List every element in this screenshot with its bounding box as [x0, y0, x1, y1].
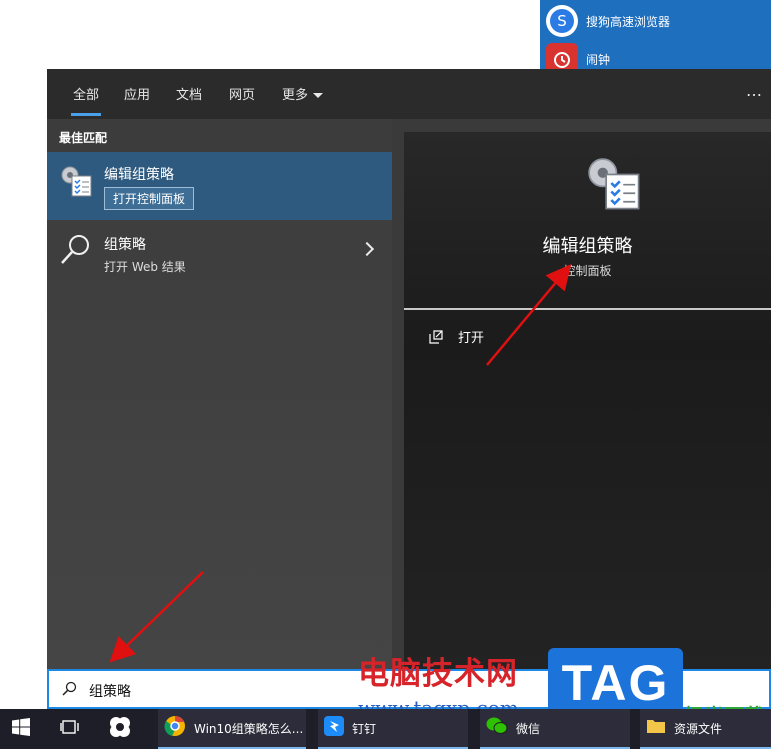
taskbar-wechat[interactable]: 微信 [480, 709, 630, 749]
section-title: 最佳匹配 [59, 131, 108, 145]
taskbar-label: 微信 [516, 721, 541, 736]
search-panel: 全部 应用 文档 网页 更多 … 最佳匹配 编辑组策略 打开控制面板 组策略 打… [47, 69, 771, 669]
watermark-text: 电脑技术网 [358, 656, 518, 692]
web-result-item[interactable]: 组策略 打开 Web 结果 [47, 224, 392, 284]
tab-all[interactable]: 全部 [70, 84, 102, 116]
web-result-subtitle: 打开 Web 结果 [104, 260, 186, 274]
taskbar-browser[interactable]: Win10组策略怎么... [158, 709, 306, 749]
preview-pane: 编辑组策略 控制面板 打开 [404, 132, 771, 669]
open-action[interactable]: 打开 [428, 327, 484, 346]
tab-more-label: 更多 [282, 88, 309, 103]
taskbar-label: Win10组策略怎么... [194, 721, 304, 736]
tile-sogou-browser[interactable]: S 搜狗高速浏览器 [540, 2, 771, 40]
results-list: 最佳匹配 编辑组策略 打开控制面板 组策略 打开 Web 结果 [47, 119, 392, 669]
chevron-down-icon [313, 93, 324, 98]
browser-icon [164, 715, 186, 741]
tab-apps[interactable]: 应用 [124, 84, 150, 103]
desktop-tiles: S 搜狗高速浏览器 闹钟 [540, 0, 771, 75]
search-input[interactable]: 组策略 [89, 681, 131, 701]
taskbar-label: 钉钉 [352, 721, 377, 736]
dingtalk-icon [324, 716, 344, 740]
more-options-icon[interactable]: … [746, 81, 763, 100]
pinwheel-icon [108, 715, 132, 743]
divider [404, 308, 771, 310]
tab-more[interactable]: 更多 [282, 84, 324, 103]
best-match-item[interactable]: 编辑组策略 打开控制面板 [47, 152, 392, 220]
tile-label: 搜狗高速浏览器 [586, 14, 671, 29]
search-icon [59, 232, 93, 266]
taskbar-label: 资源文件 [674, 721, 723, 736]
tile-label: 闹钟 [586, 52, 611, 67]
taskbar: Win10组策略怎么... 钉钉 微信 资源文件 [0, 709, 771, 749]
chevron-right-icon[interactable] [359, 241, 375, 257]
tab-bar: 全部 应用 文档 网页 更多 … [47, 69, 771, 119]
task-view-button[interactable] [60, 709, 90, 749]
web-result-title: 组策略 [104, 237, 146, 253]
preview-title: 编辑组策略 [542, 236, 633, 257]
sogou-browser-icon: S [546, 5, 578, 37]
app-pinwheel[interactable] [108, 709, 138, 749]
search-icon [61, 681, 77, 697]
open-icon [428, 329, 444, 345]
tag-logo: TAG [548, 648, 683, 718]
taskbar-explorer[interactable]: 资源文件 [640, 709, 771, 749]
svg-text:S: S [557, 12, 567, 30]
preview-subtitle: 控制面板 [563, 264, 612, 278]
start-button[interactable] [12, 709, 42, 749]
best-match-title: 编辑组策略 [104, 167, 174, 183]
tab-documents[interactable]: 文档 [176, 84, 202, 103]
open-label: 打开 [458, 331, 485, 346]
group-policy-icon [584, 154, 642, 212]
tab-web[interactable]: 网页 [229, 84, 255, 103]
wechat-icon [486, 716, 508, 740]
open-control-panel-badge[interactable]: 打开控制面板 [104, 187, 195, 210]
windows-icon [12, 718, 30, 740]
folder-icon [646, 717, 666, 739]
group-policy-icon [59, 164, 93, 198]
task-view-icon [60, 718, 80, 740]
taskbar-dingtalk[interactable]: 钉钉 [318, 709, 468, 749]
